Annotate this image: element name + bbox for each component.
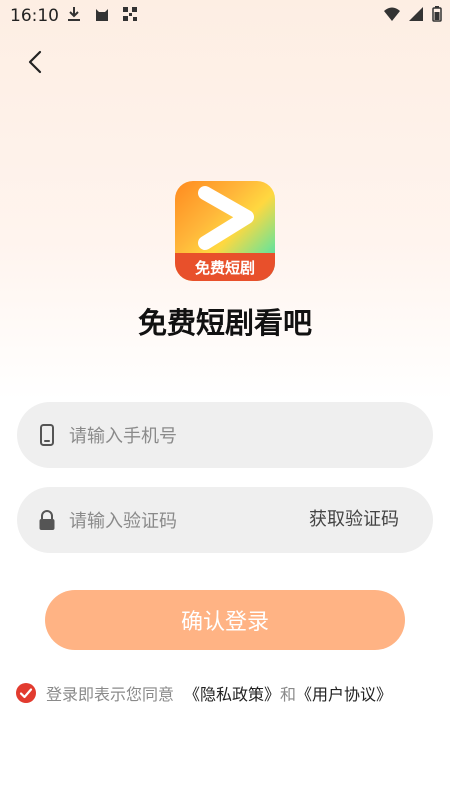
logo-badge-text: 免费短剧 xyxy=(175,253,275,281)
status-icons-right xyxy=(384,6,442,22)
back-arrow-icon[interactable] xyxy=(22,48,50,76)
agreement-row: 登录即表示您同意 《隐私政策》 和 《用户协议》 xyxy=(16,680,392,706)
phone-field[interactable] xyxy=(17,402,433,470)
app-title: 免费短剧看吧 xyxy=(137,306,312,340)
agreement-text: 登录即表示您同意 xyxy=(46,685,175,704)
download-icon xyxy=(68,7,80,21)
privacy-policy-link[interactable]: 《隐私政策》 xyxy=(184,681,280,705)
qr-icon xyxy=(123,7,137,21)
signal-icon xyxy=(409,7,423,21)
get-code-button[interactable]: 获取验证码 xyxy=(309,487,399,553)
status-bar: 16:10 xyxy=(0,0,450,32)
battery-icon xyxy=(432,6,442,22)
app-logo: 免费短剧 xyxy=(175,181,275,281)
phone-input[interactable] xyxy=(67,402,311,470)
cat-icon xyxy=(96,9,108,21)
code-input[interactable] xyxy=(67,487,311,555)
code-field[interactable]: 获取验证码 xyxy=(17,487,433,555)
wifi-icon xyxy=(384,7,400,21)
lock-icon xyxy=(39,510,55,530)
login-button[interactable]: 确认登录 xyxy=(45,590,405,650)
phone-icon xyxy=(40,424,54,446)
status-time: 16:10 xyxy=(10,6,59,26)
user-agreement-link[interactable]: 《用户协议》 xyxy=(296,681,392,705)
play-icon xyxy=(198,186,254,250)
agreement-checkbox-icon[interactable] xyxy=(16,683,36,703)
status-icons-left xyxy=(66,6,138,22)
agreement-and-text: 和 xyxy=(280,685,297,704)
